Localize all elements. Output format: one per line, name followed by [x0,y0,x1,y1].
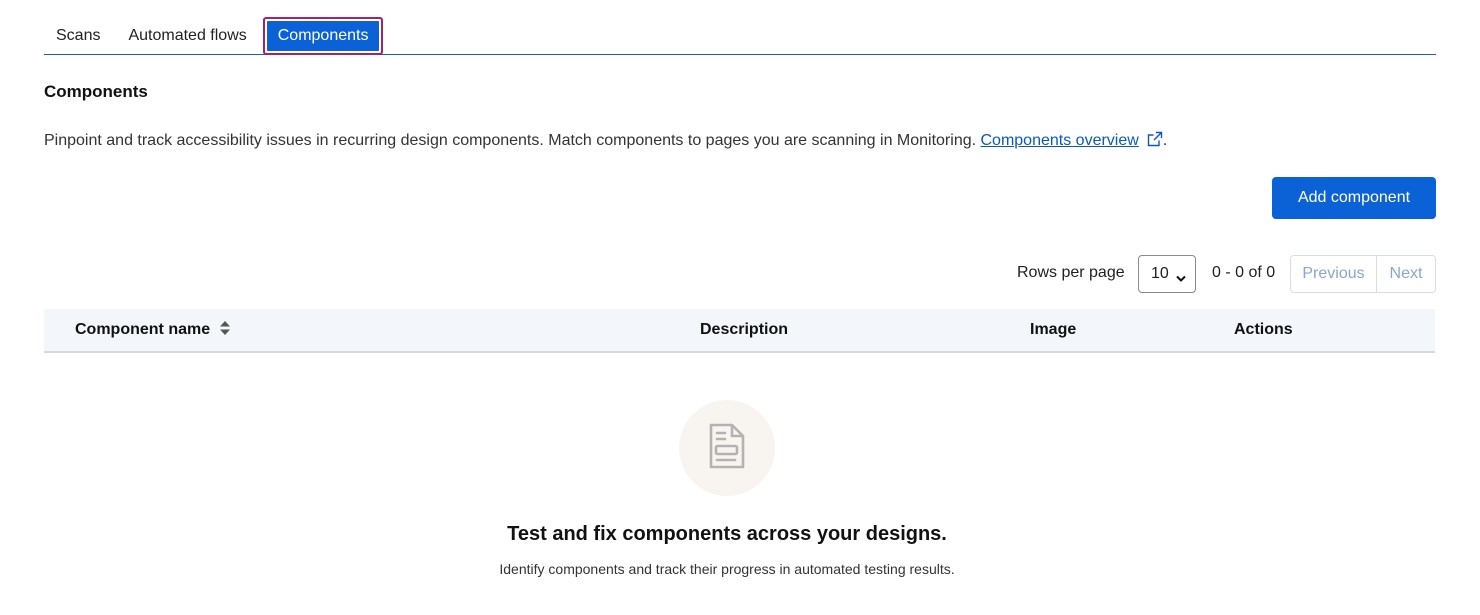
empty-state-illustration [679,400,775,496]
column-header-image: Image [1030,321,1077,338]
tab-scans[interactable]: Scans [44,18,112,54]
rows-per-page-select[interactable]: 10 [1138,255,1196,293]
description-text: Pinpoint and track accessibility issues … [44,132,981,149]
column-header-component-name[interactable]: Component name [75,321,231,340]
external-link-icon[interactable] [1147,131,1163,152]
description-suffix: . [1162,132,1168,149]
rows-per-page-value: 10 [1151,265,1169,282]
empty-state-subtitle: Identify components and track their prog… [499,561,955,577]
add-component-button[interactable]: Add component [1272,177,1436,219]
page: Scans Automated flows Components Compone… [0,0,1480,615]
tab-components[interactable]: Components [262,17,384,55]
previous-button[interactable]: Previous [1291,256,1377,292]
tab-components-label: Components [266,21,380,51]
table-header: Component name Description Image Actions [44,309,1435,353]
sort-icon[interactable] [220,321,231,340]
document-icon [707,422,747,475]
tab-bar: Scans Automated flows Components [44,17,1436,55]
empty-state-title: Test and fix components across your desi… [507,523,947,545]
column-header-label: Component name [75,321,211,338]
next-button[interactable]: Next [1377,256,1435,292]
chevron-down-icon [1176,270,1186,288]
column-header-actions: Actions [1234,321,1293,338]
rows-per-page-label: Rows per page [1017,264,1125,281]
components-overview-link[interactable]: Components overview [981,132,1139,149]
column-header-description: Description [700,321,789,338]
tab-automated-flows[interactable]: Automated flows [116,18,258,54]
pagination-range: 0 - 0 of 0 [1212,264,1276,281]
page-title: Components [44,82,148,101]
pagination-buttons: Previous Next [1290,255,1436,293]
section-description: Pinpoint and track accessibility issues … [44,131,1167,152]
